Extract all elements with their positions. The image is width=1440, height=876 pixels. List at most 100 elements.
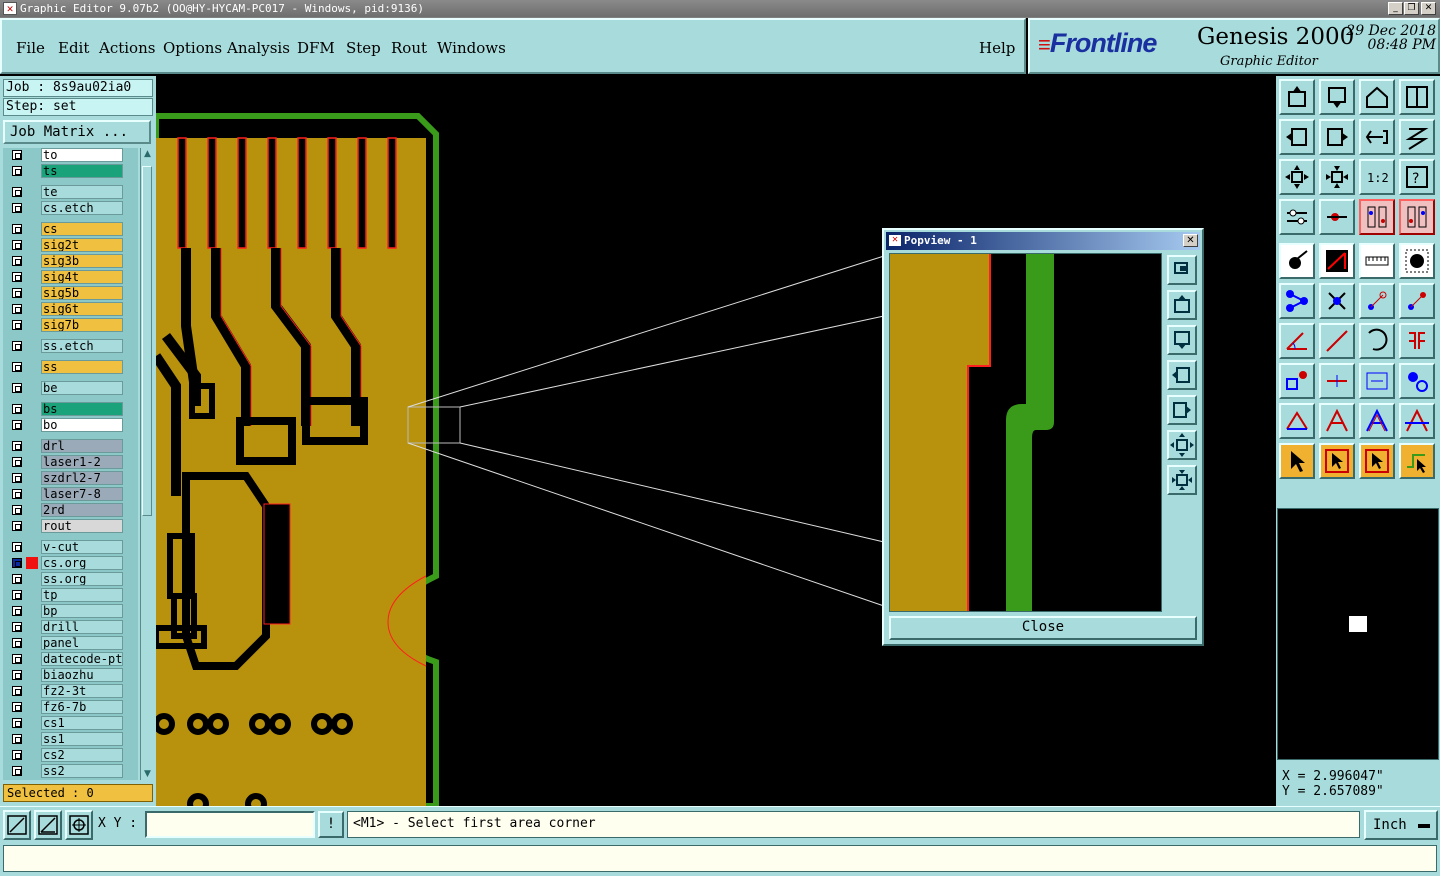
layer-name[interactable]: laser7-8 xyxy=(41,487,123,501)
zoom-fit-icon[interactable] xyxy=(1167,255,1197,285)
app-icon[interactable]: ✕ xyxy=(3,2,17,15)
break-icon[interactable] xyxy=(1319,363,1355,399)
menu-rout[interactable]: Rout xyxy=(391,39,427,57)
add-pad-icon[interactable] xyxy=(1279,243,1315,279)
layer-checkbox[interactable] xyxy=(12,457,22,467)
layer-name[interactable]: sig6t xyxy=(41,302,123,316)
menu-dfm[interactable]: DFM xyxy=(297,39,335,57)
layer-checkbox[interactable] xyxy=(12,166,22,176)
scroll-down-icon[interactable]: ▼ xyxy=(142,768,153,780)
menu-options[interactable]: Options xyxy=(163,39,222,57)
layer-checkbox[interactable] xyxy=(12,473,22,483)
grid-mode-icon[interactable] xyxy=(65,810,93,840)
layer-checkbox[interactable] xyxy=(12,288,22,298)
layer-name[interactable]: sig4t xyxy=(41,270,123,284)
layer-name[interactable]: cs1 xyxy=(41,716,123,730)
popview-close-button[interactable]: Close xyxy=(889,616,1197,640)
layer-name[interactable]: datecode-pt xyxy=(41,652,123,666)
select-icon[interactable] xyxy=(1279,443,1315,479)
layer-row-laser1-2[interactable]: laser1-2 xyxy=(3,455,138,469)
menu-file[interactable]: File xyxy=(16,39,45,57)
layer-name[interactable]: bp xyxy=(41,604,123,618)
restore-button[interactable]: ❐ xyxy=(1404,2,1419,15)
layer-checkbox[interactable] xyxy=(12,203,22,213)
layer-row-ss.org[interactable]: ss.org xyxy=(3,572,138,586)
layer-name[interactable]: fz2-3t xyxy=(41,684,123,698)
ruler-icon[interactable] xyxy=(1359,243,1395,279)
layer-row-drill[interactable]: drill xyxy=(3,620,138,634)
contour-icon[interactable] xyxy=(1399,403,1435,439)
layer-row-cs.org[interactable]: cs.org xyxy=(3,556,138,570)
measure-icon[interactable] xyxy=(1359,363,1395,399)
layer-row-2rd[interactable]: 2rd xyxy=(3,503,138,517)
layer-checkbox[interactable] xyxy=(12,574,22,584)
copy-icon[interactable] xyxy=(1399,283,1435,319)
scrollbar-thumb[interactable] xyxy=(142,166,152,516)
outline-icon[interactable] xyxy=(1359,403,1395,439)
layer-row-cs[interactable]: cs xyxy=(3,222,138,236)
menu-actions[interactable]: Actions xyxy=(99,39,155,57)
layer-checkbox[interactable] xyxy=(12,404,22,414)
layer-name[interactable]: panel xyxy=(41,636,123,650)
snap-mode-icon[interactable] xyxy=(3,810,31,840)
layer-name[interactable]: sig2t xyxy=(41,238,123,252)
layer-row-fz2-3t[interactable]: fz2-3t xyxy=(3,684,138,698)
layer-name[interactable]: ss.etch xyxy=(41,339,123,353)
home-icon[interactable] xyxy=(1359,79,1395,115)
layer-name[interactable]: fz6-7b xyxy=(41,700,123,714)
layer-checkbox[interactable] xyxy=(12,606,22,616)
popview-titlebar[interactable]: ✕ Popview - 1 ✕ xyxy=(886,232,1200,250)
resize-icon[interactable] xyxy=(1279,363,1315,399)
layer-row-sig7b[interactable]: sig7b xyxy=(3,318,138,332)
layer-checkbox[interactable] xyxy=(12,489,22,499)
minimize-button[interactable]: _ xyxy=(1388,2,1403,15)
layer-checkbox[interactable] xyxy=(12,224,22,234)
layer-name[interactable]: rout xyxy=(41,519,123,533)
layer-checkbox[interactable] xyxy=(12,590,22,600)
zoom-in-icon[interactable] xyxy=(1167,430,1197,460)
layer-checkbox[interactable] xyxy=(12,256,22,266)
layer-name[interactable]: ss1 xyxy=(41,732,123,746)
layer-list[interactable]: to ts te cs.etch cs sig2t sig3b sig4t sig5b sig6t… xyxy=(3,148,138,780)
layer-color-swatch[interactable] xyxy=(26,557,38,569)
connect-icon[interactable] xyxy=(1279,283,1315,319)
layer-name[interactable]: drl xyxy=(41,439,123,453)
layer-row-bo[interactable]: bo xyxy=(3,418,138,432)
job-matrix-button[interactable]: Job Matrix ... xyxy=(3,120,151,144)
layer-checkbox[interactable] xyxy=(12,441,22,451)
zoom-in-icon[interactable] xyxy=(1279,159,1315,195)
circle-pad-icon[interactable] xyxy=(1399,243,1435,279)
layer-row-bs[interactable]: bs xyxy=(3,402,138,416)
layer-checkbox[interactable] xyxy=(12,505,22,515)
layer-row-ss1[interactable]: ss1 xyxy=(3,732,138,746)
zoom-out-icon[interactable] xyxy=(1167,465,1197,495)
layer-name[interactable]: szdrl2-7 xyxy=(41,471,123,485)
layer-checkbox[interactable] xyxy=(12,341,22,351)
layer-compare-icon[interactable] xyxy=(1359,199,1395,235)
layer-checkbox[interactable] xyxy=(12,150,22,160)
menu-analysis[interactable]: Analysis xyxy=(227,39,290,57)
select-route-icon[interactable] xyxy=(1399,443,1435,479)
layer-name[interactable]: to xyxy=(41,148,123,162)
scale-1-2-icon[interactable]: 1:2 xyxy=(1359,159,1395,195)
layer-name[interactable]: laser1-2 xyxy=(41,455,123,469)
layer-row-bp[interactable]: bp xyxy=(3,604,138,618)
layer-row-drl[interactable]: drl xyxy=(3,439,138,453)
angle-mode-icon[interactable] xyxy=(34,810,62,840)
layer-checkbox[interactable] xyxy=(12,304,22,314)
layer-name[interactable]: cs2 xyxy=(41,748,123,762)
layer-name[interactable]: cs xyxy=(41,222,123,236)
layer-name[interactable]: tp xyxy=(41,588,123,602)
layer-name[interactable]: biaozhu xyxy=(41,668,123,682)
layer-name[interactable]: bs xyxy=(41,402,123,416)
overview-map[interactable] xyxy=(1277,508,1439,760)
layer-name[interactable]: sig3b xyxy=(41,254,123,268)
layer-row-sig6t[interactable]: sig6t xyxy=(3,302,138,316)
undo-icon[interactable] xyxy=(1359,119,1395,155)
help-icon[interactable]: ? xyxy=(1399,159,1435,195)
layer-checkbox[interactable] xyxy=(12,420,22,430)
layer-row-ss[interactable]: ss xyxy=(3,360,138,374)
layer-checkbox[interactable] xyxy=(12,718,22,728)
unit-select[interactable]: Inch xyxy=(1364,810,1438,840)
close-window-button[interactable]: ✕ xyxy=(1421,2,1436,15)
